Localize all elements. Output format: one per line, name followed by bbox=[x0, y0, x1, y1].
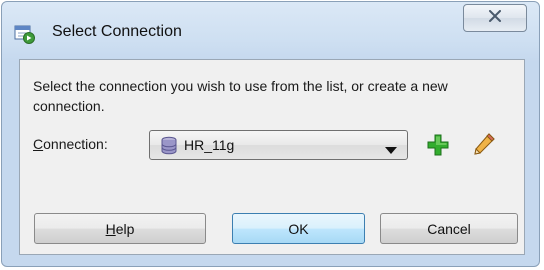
close-icon bbox=[488, 9, 502, 27]
close-button[interactable] bbox=[463, 4, 527, 32]
edit-connection-icon[interactable] bbox=[472, 132, 496, 156]
dialog-description: Select the connection you wish to use fr… bbox=[33, 78, 448, 114]
help-button-label: elp bbox=[115, 220, 135, 237]
window-title: Select Connection bbox=[52, 23, 182, 40]
cancel-button-label: Cancel bbox=[427, 220, 471, 237]
connection-label-mnemonic: C bbox=[33, 136, 44, 152]
connection-label: Connection: bbox=[33, 136, 108, 152]
help-button[interactable]: Help bbox=[34, 213, 206, 244]
ok-button-label: OK bbox=[288, 220, 309, 237]
connection-select-value: HR_11g bbox=[184, 137, 235, 153]
help-button-mnemonic: H bbox=[105, 220, 116, 237]
add-connection-icon[interactable] bbox=[427, 134, 449, 156]
connection-select[interactable]: HR_11g bbox=[149, 130, 408, 160]
ok-button[interactable]: OK bbox=[232, 213, 365, 244]
chevron-down-icon bbox=[385, 142, 397, 154]
database-icon bbox=[160, 136, 178, 155]
cancel-button[interactable]: Cancel bbox=[380, 213, 518, 244]
dialog-connection-icon bbox=[14, 24, 36, 44]
connection-label-text: onnection: bbox=[43, 136, 108, 152]
